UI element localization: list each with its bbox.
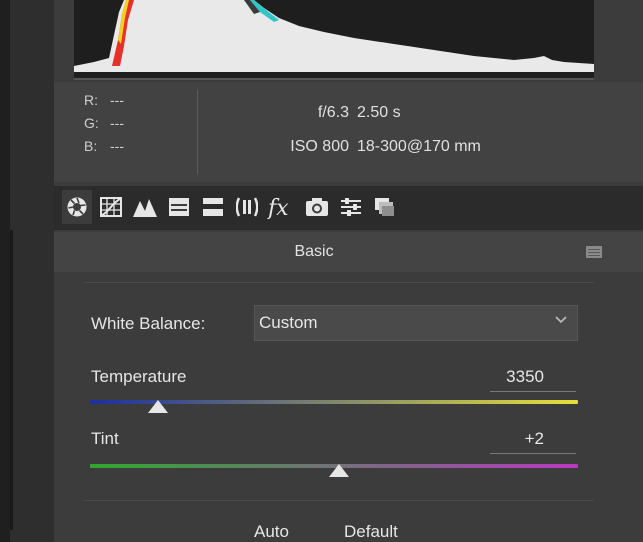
left-edge-strip xyxy=(0,0,10,542)
split-toning-icon xyxy=(203,198,223,216)
hsl-grayscale-icon xyxy=(169,198,189,216)
tab-hsl[interactable] xyxy=(164,190,194,224)
lens-focal-length: 18-300@170 mm xyxy=(357,138,481,155)
temperature-value-underline xyxy=(490,391,576,392)
tint-label: Tint xyxy=(91,429,119,448)
presets-sliders-icon xyxy=(341,198,361,216)
panel-tabs: fx xyxy=(54,186,643,230)
white-balance-label: White Balance: xyxy=(91,314,206,333)
temperature-value[interactable]: 3350 xyxy=(474,367,544,387)
camera-calibration-icon xyxy=(306,198,328,216)
tab-tone-curve[interactable] xyxy=(96,190,126,224)
image-info: R: --- G: --- B: --- f/6.3 2.50 s ISO 800 1… xyxy=(54,82,643,182)
filmstrip-column xyxy=(10,0,55,542)
iso: ISO 800 xyxy=(290,138,349,155)
tab-basic[interactable] xyxy=(62,190,92,224)
b-value: --- xyxy=(110,138,124,154)
basic-aperture-icon xyxy=(67,197,87,217)
divider xyxy=(84,500,594,501)
tint-value-underline xyxy=(490,453,576,454)
tab-camera-calibration[interactable] xyxy=(302,190,332,224)
aperture: f/6.3 xyxy=(317,104,349,121)
auto-button[interactable]: Auto xyxy=(254,522,289,542)
b-label: B: xyxy=(84,138,98,154)
camera-raw-panel: R: --- G: --- B: --- f/6.3 2.50 s ISO 800 1… xyxy=(54,0,643,542)
tab-effects[interactable]: fx xyxy=(266,190,296,224)
white-balance-select[interactable]: Custom xyxy=(254,305,578,341)
histogram-graph xyxy=(74,0,594,78)
divider xyxy=(84,282,594,283)
section-header: Basic xyxy=(54,232,643,273)
svg-text:fx: fx xyxy=(267,196,289,219)
rgb-readout: R: --- G: --- B: --- xyxy=(84,92,194,161)
chevron-down-icon xyxy=(555,316,567,324)
white-balance-value: Custom xyxy=(259,313,318,332)
tone-curve-icon xyxy=(100,197,122,217)
snapshots-icon xyxy=(375,198,394,216)
lens-corrections-icon xyxy=(236,197,258,217)
basic-controls: White Balance: Custom Temperature 3350 T… xyxy=(54,272,643,542)
filmstrip-edge xyxy=(10,230,13,530)
tab-lens-corrections[interactable] xyxy=(232,190,262,224)
detail-mountains-icon xyxy=(133,199,157,217)
panel-menu-icon[interactable] xyxy=(586,246,602,258)
tab-presets[interactable] xyxy=(336,190,366,224)
tab-detail[interactable] xyxy=(130,190,160,224)
tint-value[interactable]: +2 xyxy=(474,429,544,449)
shutter-speed: 2.50 s xyxy=(357,104,401,121)
temperature-slider-thumb[interactable] xyxy=(147,400,169,414)
info-divider xyxy=(197,90,198,174)
r-value: --- xyxy=(110,92,124,108)
g-value: --- xyxy=(110,115,124,131)
fx-effects-icon: fx xyxy=(267,196,289,219)
tab-snapshots[interactable] xyxy=(370,190,400,224)
default-button[interactable]: Default xyxy=(344,522,398,542)
histogram xyxy=(74,0,594,80)
r-label: R: xyxy=(84,92,98,108)
tab-split-toning[interactable] xyxy=(198,190,228,224)
exif-info: f/6.3 2.50 s ISO 800 18-300@170 mm xyxy=(249,104,481,172)
section-title: Basic xyxy=(294,243,334,260)
g-label: G: xyxy=(84,115,99,131)
tint-slider-thumb[interactable] xyxy=(328,464,350,478)
temperature-label: Temperature xyxy=(91,367,187,386)
